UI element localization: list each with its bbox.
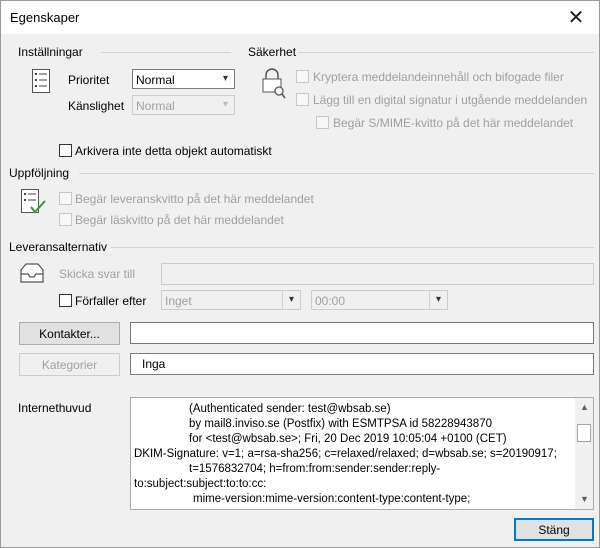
expires-time-value: 00:00 (315, 294, 346, 308)
smime-checkbox[interactable] (316, 116, 329, 129)
read-receipt-label: Begär läskvitto på det här meddelandet (75, 213, 284, 227)
sensitivity-label: Känslighet (68, 99, 125, 113)
priority-label: Prioritet (68, 73, 110, 87)
header-line: t=1576832704; h=from:from:sender:sender:… (189, 463, 441, 475)
contacts-button[interactable]: Kontakter... (19, 322, 120, 345)
priority-select[interactable]: Normal ▾ (132, 69, 235, 89)
security-divider (298, 52, 594, 53)
security-lock-icon (262, 68, 286, 99)
read-receipt-checkbox[interactable] (59, 213, 72, 226)
expires-date-value: Inget (165, 294, 192, 308)
delivery-receipt-checkbox[interactable] (59, 192, 72, 205)
security-heading: Säkerhet (248, 45, 297, 59)
scroll-down-icon[interactable]: ▼ (580, 494, 589, 504)
categories-button[interactable]: Kategorier (19, 353, 120, 376)
header-line: for <test@wbsab.se>; Fri, 20 Dec 2019 10… (189, 433, 507, 445)
contacts-button-label: Kontakter... (39, 326, 100, 341)
sensitivity-select[interactable]: Normal ▾ (132, 95, 235, 115)
encrypt-checkbox[interactable] (296, 70, 309, 83)
internet-headers-label: Internethuvud (18, 401, 92, 415)
archive-label: Arkivera inte detta objekt automatiskt (75, 144, 272, 158)
window-title: Egenskaper (10, 10, 80, 25)
signature-checkbox[interactable] (296, 93, 309, 106)
expires-date-select[interactable]: Inget ▾ (161, 290, 301, 310)
header-line: to:subject:subject:to:to:cc: (134, 478, 267, 490)
tracking-heading: Uppföljning (9, 166, 70, 180)
reply-to-input[interactable] (161, 263, 594, 285)
reply-to-label: Skicka svar till (59, 267, 136, 281)
expires-checkbox[interactable] (59, 294, 72, 307)
delivery-heading: Leveransalternativ (9, 240, 108, 254)
categories-button-label: Kategorier (41, 357, 98, 372)
header-line: DKIM-Signature: v=1; a=rsa-sha256; c=rel… (134, 448, 557, 460)
archive-checkbox[interactable] (59, 144, 72, 157)
chevron-down-icon: ▾ (435, 294, 441, 305)
encrypt-label: Kryptera meddelandeinnehåll och bifogade… (313, 70, 564, 84)
delivery-receipt-label: Begär leveranskvitto på det här meddelan… (75, 192, 314, 206)
tracking-checklist-icon (21, 189, 46, 214)
chevron-down-icon: ▾ (288, 294, 294, 305)
settings-divider (101, 52, 231, 53)
signature-label: Lägg till en digital signatur i utgående… (313, 93, 588, 107)
close-button[interactable]: Stäng (514, 518, 594, 541)
contacts-input[interactable] (130, 322, 594, 344)
close-button-label: Stäng (538, 522, 570, 537)
categories-input[interactable]: Inga (130, 353, 594, 375)
header-line: by mail8.inviso.se (Postfix) with ESMTPS… (189, 418, 492, 430)
expires-time-select[interactable]: 00:00 ▾ (311, 290, 448, 310)
properties-dialog: Egenskaper ✕ Inställningar Prioritet Nor… (0, 0, 600, 548)
headers-scrollbar[interactable]: ▲ ▼ (575, 398, 593, 509)
settings-list-icon (32, 69, 50, 93)
chevron-down-icon: ▾ (222, 73, 228, 84)
title-bar: Egenskaper ✕ (1, 1, 599, 34)
reply-tray-icon (20, 263, 44, 283)
priority-value: Normal (136, 73, 175, 87)
header-line: (Authenticated sender: test@wbsab.se) (189, 403, 391, 415)
close-icon[interactable]: ✕ (553, 1, 599, 34)
smime-label: Begär S/MIME-kvitto på det här meddeland… (333, 116, 574, 130)
scroll-up-icon[interactable]: ▲ (580, 402, 589, 412)
tracking-divider (79, 173, 594, 174)
categories-value: Inga (142, 357, 166, 371)
expires-label: Förfaller efter (75, 294, 147, 308)
chevron-down-icon: ▾ (222, 99, 228, 110)
internet-headers-textarea[interactable]: (Authenticated sender: test@wbsab.se) by… (130, 397, 594, 510)
sensitivity-value: Normal (136, 99, 175, 113)
delivery-divider (111, 247, 594, 248)
header-line: mime-version:mime-version:content-type:c… (193, 493, 471, 505)
scroll-thumb[interactable] (577, 424, 591, 442)
settings-heading: Inställningar (18, 45, 83, 59)
